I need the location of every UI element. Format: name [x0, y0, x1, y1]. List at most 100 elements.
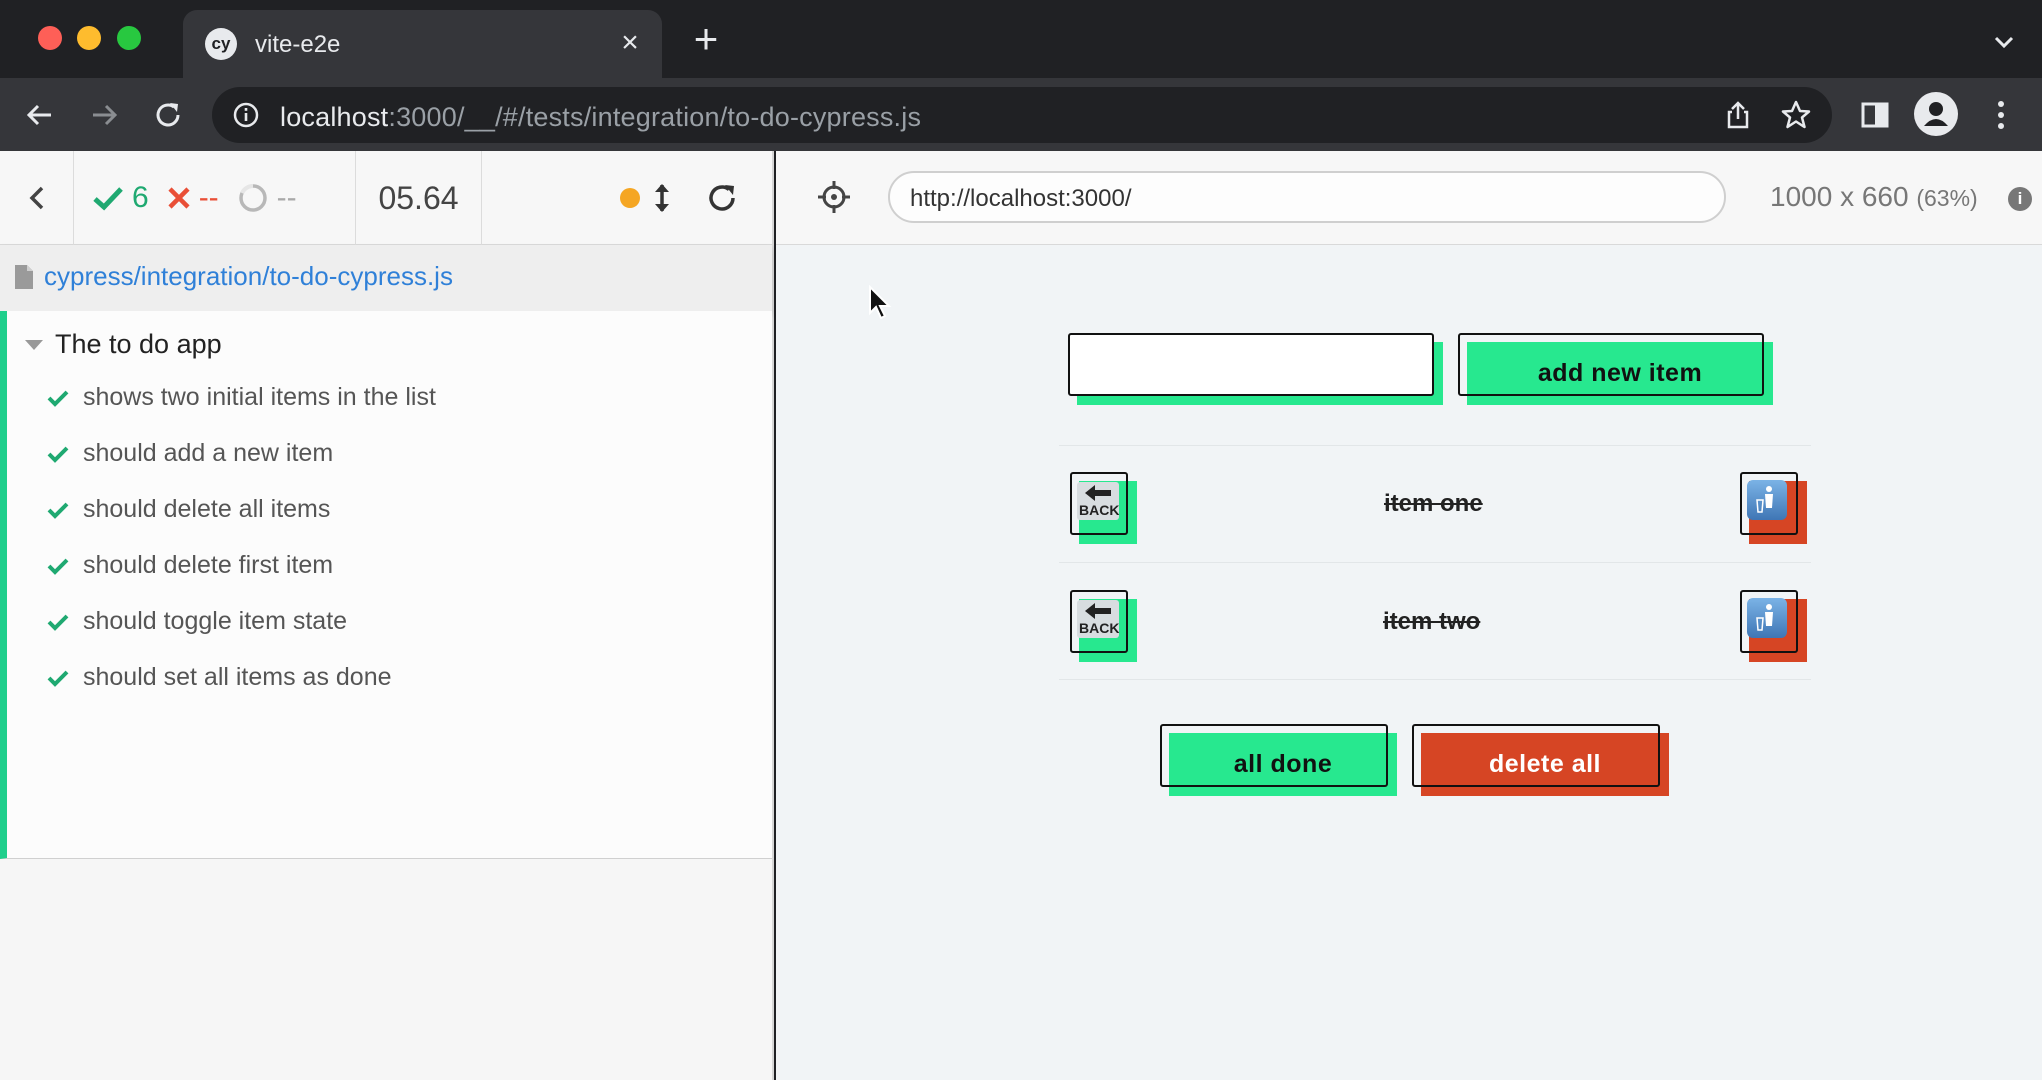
maximize-window-button[interactable] [117, 26, 141, 50]
delete-item-button[interactable] [1740, 472, 1807, 544]
aut-url-field[interactable]: http://localhost:3000/ [888, 171, 1726, 223]
viewport-info-icon[interactable]: i [2008, 187, 2032, 211]
check-icon [47, 446, 69, 463]
passed-value: 6 [132, 181, 149, 214]
side-panel-icon[interactable] [1860, 100, 1890, 130]
mouse-cursor-icon [869, 285, 892, 320]
test-item[interactable]: should set all items as done [47, 663, 392, 692]
running-indicator-icon [620, 188, 640, 208]
failed-value: -- [198, 181, 219, 214]
viewport-scale: (63%) [1916, 185, 1978, 211]
selector-playground-icon[interactable] [816, 179, 852, 215]
reporter-header: 6 -- -- 05.64 [0, 151, 772, 245]
bookmark-star-icon[interactable] [1780, 99, 1812, 131]
person-icon [1915, 93, 1957, 135]
check-icon [93, 187, 123, 211]
chevron-left-icon [29, 186, 43, 210]
cypress-favicon-icon: cy [205, 28, 237, 60]
suite-header[interactable]: The to do app [25, 329, 222, 360]
spec-file-bar: cypress/integration/to-do-cypress.js [0, 245, 772, 311]
chevron-down-icon[interactable] [1992, 30, 2016, 54]
check-icon [47, 614, 69, 631]
back-arrow-icon: BACK [1077, 600, 1119, 638]
spec-file-link[interactable]: cypress/integration/to-do-cypress.js [44, 261, 453, 292]
spinner-icon [238, 183, 267, 212]
divider [1059, 679, 1811, 680]
trash-icon [1747, 598, 1787, 638]
todo-item-text[interactable]: item one [1384, 490, 1483, 518]
check-icon [47, 670, 69, 687]
back-arrow-icon: BACK [1077, 482, 1119, 520]
test-list: The to do app shows two initial items in… [0, 311, 772, 859]
test-title: should add a new item [83, 439, 334, 467]
collapse-specs-button[interactable] [0, 151, 74, 245]
tab-title: vite-e2e [255, 31, 341, 58]
suite-title: The to do app [55, 329, 222, 359]
pending-value: -- [276, 181, 297, 214]
divider [1059, 445, 1811, 446]
address-bar[interactable]: localhost:3000/__/#/tests/integration/to… [212, 87, 1832, 143]
minimize-window-button[interactable] [77, 26, 101, 50]
more-vertical-icon[interactable] [1987, 98, 2015, 132]
x-icon [168, 187, 190, 209]
reload-icon [156, 103, 180, 127]
passed-count: 6 [92, 181, 149, 215]
delete-all-label: delete all [1489, 750, 1601, 778]
arrow-right-icon [93, 104, 118, 126]
all-done-button[interactable]: all done [1160, 724, 1397, 796]
undo-item-button[interactable]: BACK [1070, 590, 1137, 662]
back-button[interactable] [20, 95, 60, 135]
address-url: localhost:3000/__/#/tests/integration/to… [280, 102, 922, 132]
info-icon[interactable] [232, 101, 260, 129]
test-title: should toggle item state [83, 607, 348, 635]
test-item[interactable]: should delete first item [47, 551, 333, 580]
reporter-panel: 6 -- -- 05.64 cypress/integration/to-do-… [0, 151, 774, 1080]
share-icon[interactable] [1722, 99, 1754, 131]
divider [1059, 562, 1811, 563]
todo-item-text[interactable]: item two [1383, 608, 1480, 636]
browser-toolbar: localhost:3000/__/#/tests/integration/to… [0, 78, 2042, 151]
close-window-button[interactable] [38, 26, 62, 50]
run-duration: 05.64 [356, 151, 482, 245]
check-icon [47, 390, 69, 407]
pending-count: -- [237, 181, 297, 215]
all-done-label: all done [1233, 750, 1333, 778]
auto-scroll-icon[interactable] [652, 182, 672, 214]
failed-count: -- [167, 181, 219, 215]
add-new-item-label: add new item [1537, 359, 1703, 387]
rerun-icon[interactable] [706, 182, 738, 214]
profile-avatar[interactable] [1914, 92, 1958, 136]
test-title: should delete first item [83, 551, 334, 579]
test-item[interactable]: should toggle item state [47, 607, 347, 636]
new-item-input[interactable] [1068, 333, 1443, 405]
delete-all-button[interactable]: delete all [1412, 724, 1669, 796]
check-icon [47, 558, 69, 575]
app-preview-panel: http://localhost:3000/ 1000 x 660 (63%) … [776, 151, 2042, 1080]
add-new-item-button[interactable]: add new item [1458, 333, 1773, 405]
file-icon [15, 265, 33, 289]
check-icon [47, 502, 69, 519]
test-stats: 6 -- -- [74, 151, 356, 245]
viewport-dimensions: 1000 x 660 [1770, 181, 1909, 212]
new-tab-button[interactable]: + [688, 18, 724, 60]
app-under-test: add new item BACK item one BACK item two… [776, 245, 2042, 1080]
trash-icon [1747, 480, 1787, 520]
test-title: shows two initial items in the list [83, 383, 436, 411]
reporter-controls [620, 151, 738, 245]
browser-tab[interactable]: cy vite-e2e × [183, 10, 662, 78]
reload-button[interactable] [148, 95, 188, 135]
undo-item-button[interactable]: BACK [1070, 472, 1137, 544]
caret-down-icon [25, 339, 43, 350]
delete-item-button[interactable] [1740, 590, 1807, 662]
close-tab-icon[interactable]: × [614, 27, 646, 59]
arrow-left-icon [26, 104, 51, 126]
browser-tabstrip: cy vite-e2e × + [0, 0, 2042, 78]
forward-button[interactable] [84, 95, 124, 135]
aut-header: http://localhost:3000/ 1000 x 660 (63%) … [776, 151, 2042, 245]
test-title: should delete all items [83, 495, 331, 523]
test-item[interactable]: should delete all items [47, 495, 330, 524]
viewport-size: 1000 x 660 (63%) [1770, 181, 1978, 213]
test-title: should set all items as done [83, 663, 392, 691]
test-item[interactable]: shows two initial items in the list [47, 383, 436, 412]
test-item[interactable]: should add a new item [47, 439, 333, 468]
